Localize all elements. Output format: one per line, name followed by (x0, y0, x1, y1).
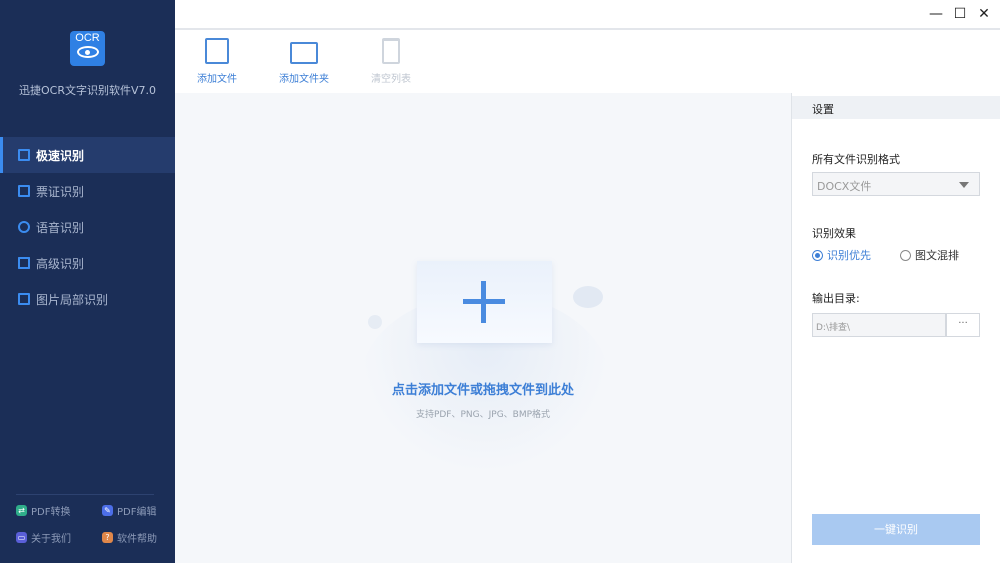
sidebar-item-voice[interactable]: 语音识别 (0, 209, 175, 245)
scan-icon (18, 257, 30, 269)
close-button[interactable]: ✕ (975, 6, 993, 22)
link-label: PDF编辑 (117, 507, 157, 518)
help-icon: ? (102, 532, 113, 543)
sidebar-item-partial[interactable]: 图片局部识别 (0, 281, 175, 317)
effect-label: 识别效果 (812, 227, 856, 240)
link-label: 关于我们 (31, 534, 71, 545)
start-recognition-button[interactable]: 一键识别 (812, 514, 980, 545)
radio-label: 识别优先 (827, 249, 871, 262)
pdf-convert-link[interactable]: ⇄ PDF转换 (16, 503, 102, 518)
settings-title: 设置 (792, 96, 1000, 119)
planet-icon (573, 286, 603, 308)
radio-checked-icon (812, 249, 823, 261)
nav-label: 高级识别 (36, 256, 85, 271)
output-label: 输出目录: (812, 292, 860, 305)
supported-formats: 支持PDF、PNG、JPG、BMP格式 (415, 410, 551, 420)
add-folder-icon (290, 42, 318, 64)
sidebar-item-fast[interactable]: 极速识别 (0, 137, 175, 173)
button-label: 清空列表 (371, 74, 411, 85)
format-value: DOCX文件 (817, 180, 872, 193)
output-path-input[interactable]: D:\排查\ (812, 313, 946, 337)
about-link[interactable]: ▭ 关于我们 (16, 530, 102, 545)
format-select[interactable]: DOCX文件 (812, 172, 980, 196)
radio-unchecked-icon (900, 249, 911, 261)
minimize-button[interactable]: — (927, 6, 945, 22)
help-link[interactable]: ? 软件帮助 (102, 530, 166, 545)
sidebar-item-advanced[interactable]: 高级识别 (0, 245, 175, 281)
add-folder-button[interactable]: 添加文件夹 (269, 38, 339, 85)
button-label: 添加文件 (197, 74, 237, 85)
plus-icon-vertical (481, 281, 486, 323)
decorative-dot (368, 315, 382, 329)
convert-icon: ⇄ (16, 505, 27, 516)
clear-list-button[interactable]: 清空列表 (356, 38, 426, 85)
ticket-icon (18, 185, 30, 197)
eye-icon (76, 46, 99, 58)
toolbar: 添加文件 添加文件夹 清空列表 (175, 30, 1000, 93)
drop-hint: 点击添加文件或拖拽文件到此处 (391, 383, 574, 398)
link-label: PDF转换 (31, 507, 71, 518)
radio-label: 图文混排 (915, 249, 959, 262)
sidebar: OCR 迅捷OCR文字识别软件V7.0 极速识别 票证识别 语音识别 高级识别 … (0, 0, 175, 563)
chat-icon: ▭ (16, 532, 27, 543)
button-label: 添加文件夹 (279, 74, 329, 85)
sidebar-item-ticket[interactable]: 票证识别 (0, 173, 175, 209)
add-file-button[interactable]: 添加文件 (182, 38, 252, 85)
settings-panel: 设置 所有文件识别格式 DOCX文件 识别效果 识别优先 图文混排 输出目录: … (791, 93, 1000, 563)
trash-icon (382, 38, 400, 64)
link-label: 软件帮助 (117, 534, 157, 545)
title-bar: — ☐ ✕ (175, 0, 1000, 30)
nav-label: 极速识别 (36, 148, 85, 163)
add-file-icon (205, 38, 229, 64)
browse-button[interactable]: ··· (946, 313, 980, 337)
microphone-icon (18, 221, 30, 233)
nav-label: 图片局部识别 (36, 292, 109, 307)
format-label: 所有文件识别格式 (812, 153, 900, 166)
radio-recognize-first[interactable]: 识别优先 (812, 247, 871, 263)
fast-recognize-icon (18, 149, 30, 161)
sidebar-nav: 极速识别 票证识别 语音识别 高级识别 图片局部识别 (0, 137, 175, 317)
maximize-button[interactable]: ☐ (951, 6, 969, 22)
nav-label: 票证识别 (36, 184, 85, 199)
chevron-down-icon (959, 182, 969, 193)
app-logo: OCR (70, 31, 105, 66)
radio-mixed-layout[interactable]: 图文混排 (900, 247, 959, 263)
drop-zone[interactable]: 点击添加文件或拖拽文件到此处 支持PDF、PNG、JPG、BMP格式 (175, 93, 791, 563)
app-title: 迅捷OCR文字识别软件V7.0 (19, 84, 156, 97)
nav-label: 语音识别 (36, 220, 85, 235)
edit-icon: ✎ (102, 505, 113, 516)
image-icon (18, 293, 30, 305)
divider (16, 494, 154, 495)
pdf-edit-link[interactable]: ✎ PDF编辑 (102, 503, 166, 518)
add-card[interactable] (417, 261, 552, 343)
